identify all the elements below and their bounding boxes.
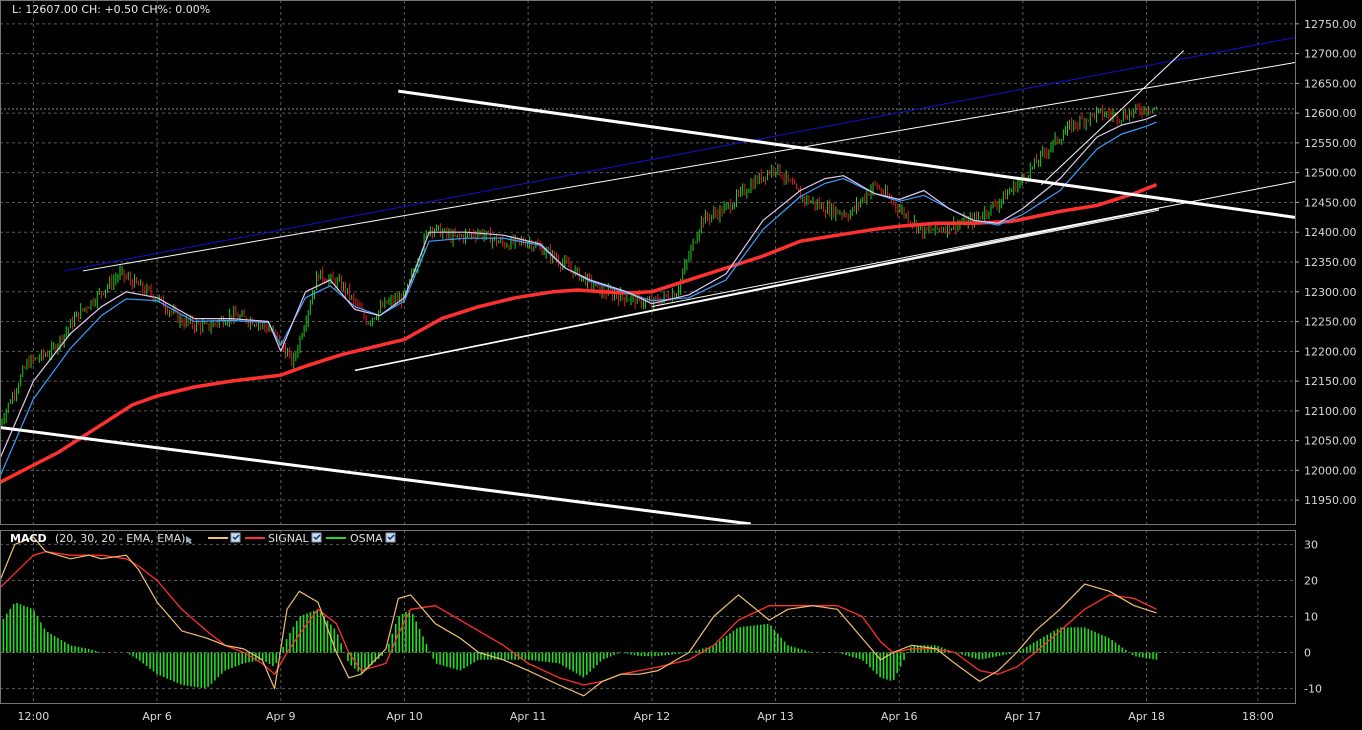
y-tick-label: 12300.00: [1304, 286, 1357, 299]
macd-legend-params: (20, 30, 20 - EMA, EMA): [55, 532, 185, 545]
x-tick-label: Apr 10: [386, 710, 423, 723]
y-tick-label: 12350.00: [1304, 256, 1357, 269]
y-tick-label: 12400.00: [1304, 226, 1357, 239]
y-tick-label: 12450.00: [1304, 196, 1357, 209]
y-tick-label: 12200.00: [1304, 345, 1357, 358]
y-tick-label: 11950.00: [1304, 494, 1357, 507]
y-tick-label: 12700.00: [1304, 48, 1357, 61]
y-tick-label: 12050.00: [1304, 435, 1357, 448]
macd-legend-name: MACD: [10, 532, 47, 545]
x-tick-label: Apr 11: [510, 710, 547, 723]
x-tick-label: Apr 17: [1005, 710, 1042, 723]
y-tick-label: 12600.00: [1304, 107, 1357, 120]
x-tick-label: Apr 6: [142, 710, 172, 723]
x-tick-label: Apr 13: [757, 710, 794, 723]
macd-y-tick-label: 20: [1304, 574, 1318, 587]
y-tick-label: 12500.00: [1304, 167, 1357, 180]
x-tick-label: Apr 12: [634, 710, 671, 723]
macd-y-tick-label: -10: [1304, 683, 1322, 696]
x-tick-label: Apr 18: [1128, 710, 1165, 723]
chart-canvas: 12:00 Apr 6 Apr 9 Apr 10 Apr 11 Apr 12 Apr 13 A…: [0, 0, 1362, 730]
y-tick-label: 12000.00: [1304, 464, 1357, 477]
y-tick-label: 12750.00: [1304, 18, 1357, 31]
y-tick-label: 12650.00: [1304, 77, 1357, 90]
ohlc-readout: L: 12607.00 CH: +0.50 CH%: 0.00%: [12, 3, 210, 16]
macd-legend-macd-checkbox-icon[interactable]: [230, 532, 241, 543]
y-tick-label: 12250.00: [1304, 316, 1357, 329]
macd-y-tick-label: 30: [1304, 538, 1318, 551]
macd-legend-signal-label: SIGNAL: [268, 532, 310, 545]
macd-y-tick-label: 10: [1304, 611, 1318, 624]
y-tick-label: 12100.00: [1304, 405, 1357, 418]
y-tick-label: 12550.00: [1304, 137, 1357, 150]
x-tick-label: Apr 16: [881, 710, 918, 723]
macd-y-tick-label: 0: [1304, 647, 1311, 660]
y-tick-label: 12150.00: [1304, 375, 1357, 388]
x-tick-label: 12:00: [18, 710, 50, 723]
x-tick-label: Apr 9: [266, 710, 296, 723]
chart-background: [0, 0, 1362, 730]
macd-legend-osma-label: OSMA: [350, 532, 383, 545]
macd-legend-signal-checkbox-icon[interactable]: [311, 532, 322, 543]
x-tick-label: 18:00: [1242, 710, 1274, 723]
macd-legend-osma-checkbox-icon[interactable]: [385, 532, 396, 543]
